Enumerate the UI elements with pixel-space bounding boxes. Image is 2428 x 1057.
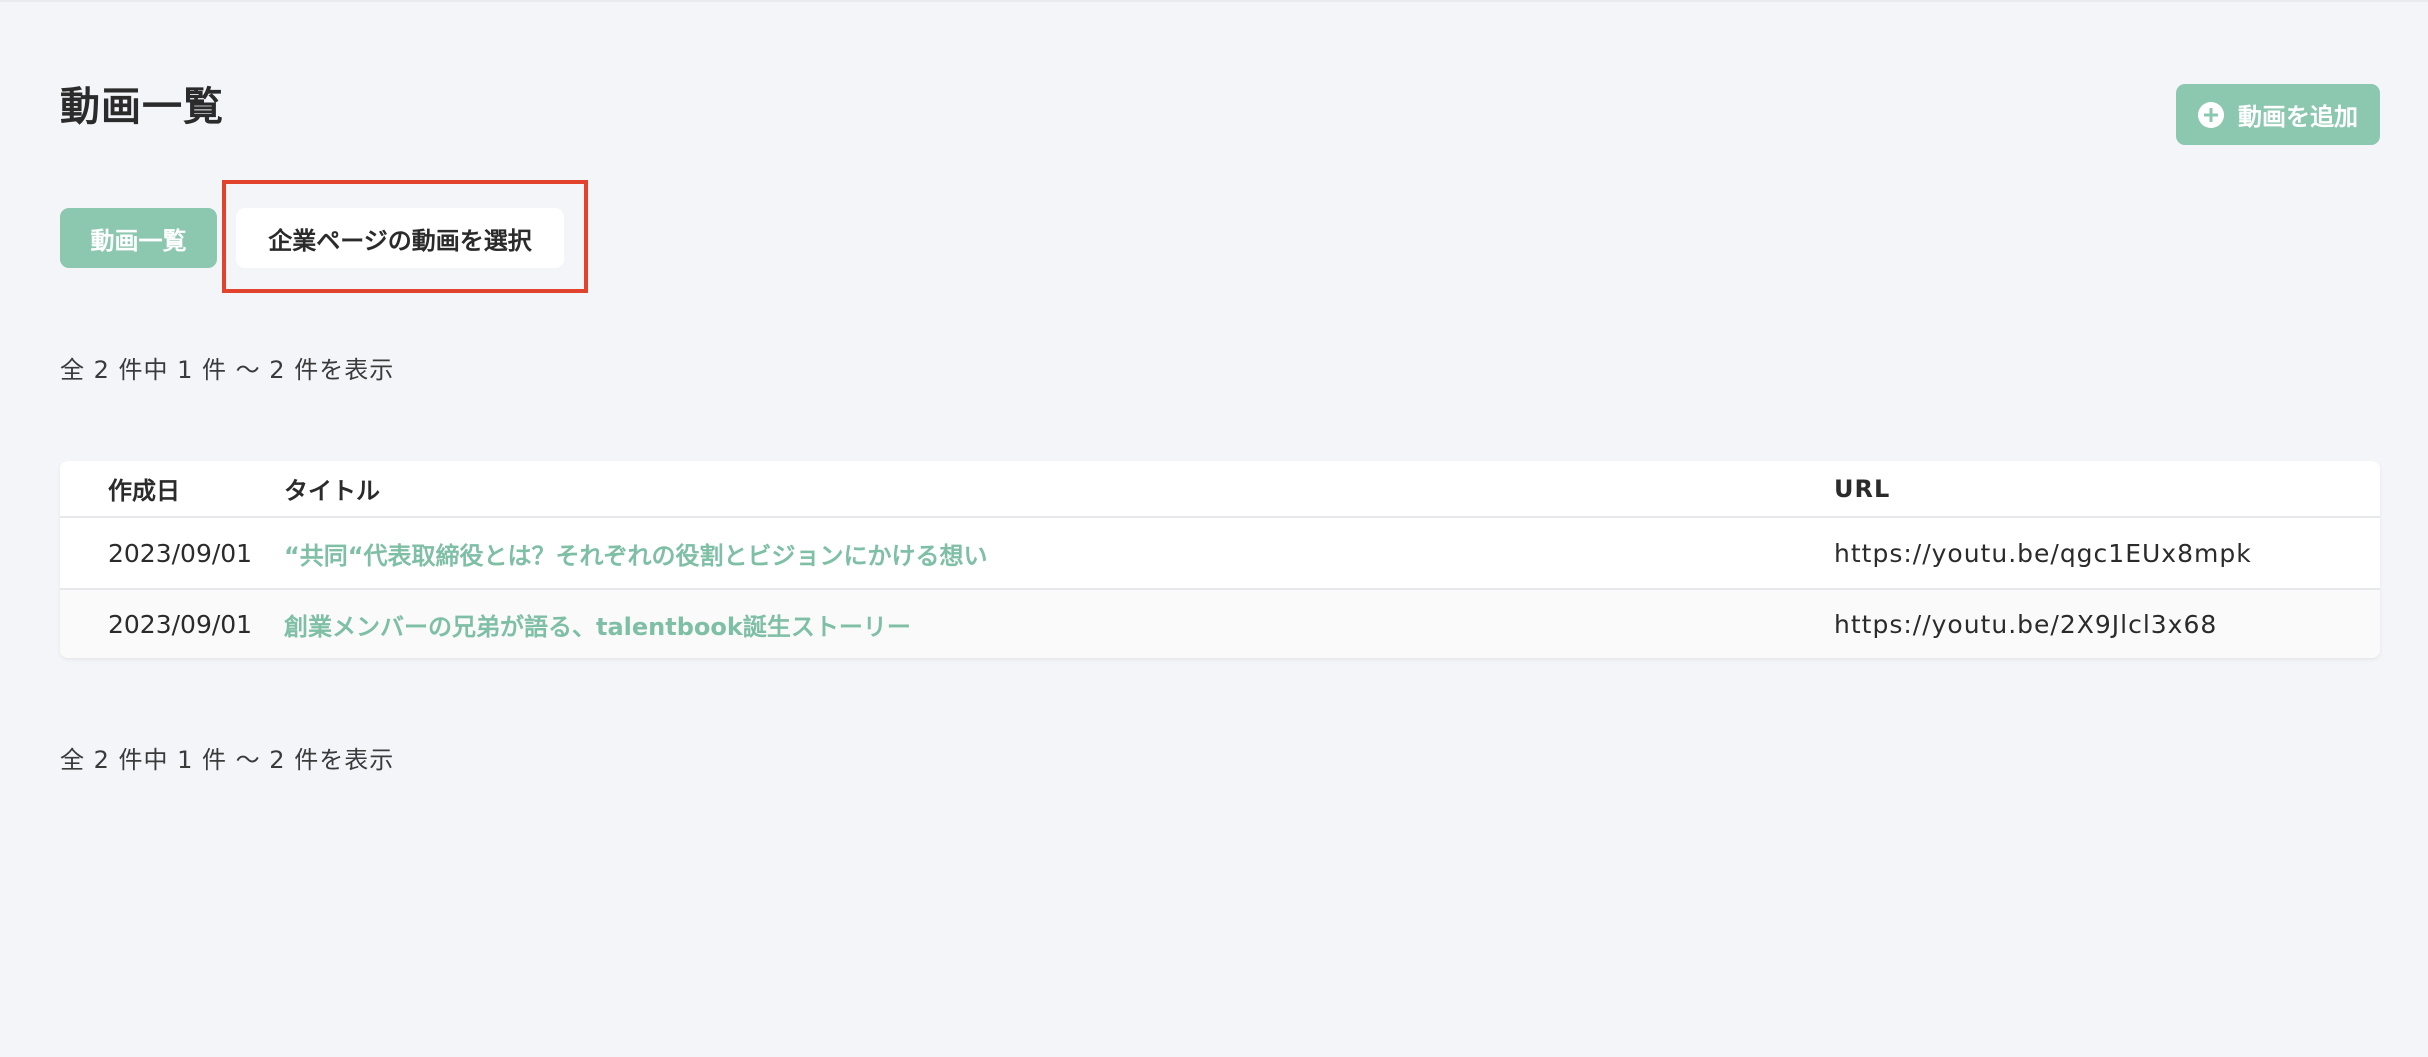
video-list-page: 動画一覧 動画を追加 動画一覧 企業ページの動画を選択 全 2 件中 1 件 〜… — [0, 0, 2428, 1057]
table-row: 2023/09/01 創業メンバーの兄弟が語る、talentbook誕生ストーリ… — [60, 588, 2380, 658]
add-video-button[interactable]: 動画を追加 — [2176, 84, 2380, 145]
plus-circle-icon — [2198, 101, 2224, 128]
video-table: 作成日 タイトル URL 2023/09/01 “共同“代表取締役とは？それぞれ… — [60, 461, 2380, 658]
column-header-title: タイトル — [284, 477, 380, 505]
column-header-url: URL — [1834, 474, 1891, 503]
table-header: 作成日 タイトル URL — [60, 461, 2380, 518]
column-header-date: 作成日 — [108, 477, 180, 505]
tab-video-list[interactable]: 動画一覧 — [60, 208, 217, 268]
tab-select-company-page-videos[interactable]: 企業ページの動画を選択 — [236, 208, 564, 268]
row-title-cell: “共同“代表取締役とは？それぞれの役割とビジョンにかける想い — [284, 536, 1834, 571]
video-title-link[interactable]: “共同“代表取締役とは？それぞれの役割とビジョンにかける想い — [284, 542, 988, 570]
result-count-bottom: 全 2 件中 1 件 〜 2 件を表示 — [60, 746, 395, 774]
row-url: https://youtu.be/2X9Jlcl3x68 — [1834, 609, 2218, 639]
video-title-link[interactable]: 創業メンバーの兄弟が語る、talentbook誕生ストーリー — [284, 613, 911, 641]
row-date: 2023/09/01 — [108, 538, 253, 568]
table-row: 2023/09/01 “共同“代表取締役とは？それぞれの役割とビジョンにかける想… — [60, 518, 2380, 588]
row-url: https://youtu.be/qgc1EUx8mpk — [1834, 538, 2252, 568]
result-count-top: 全 2 件中 1 件 〜 2 件を表示 — [60, 356, 395, 384]
add-video-button-label: 動画を追加 — [2238, 103, 2358, 131]
row-date: 2023/09/01 — [108, 609, 253, 639]
row-title-cell: 創業メンバーの兄弟が語る、talentbook誕生ストーリー — [284, 607, 1834, 642]
page-title: 動画一覧 — [60, 84, 224, 130]
